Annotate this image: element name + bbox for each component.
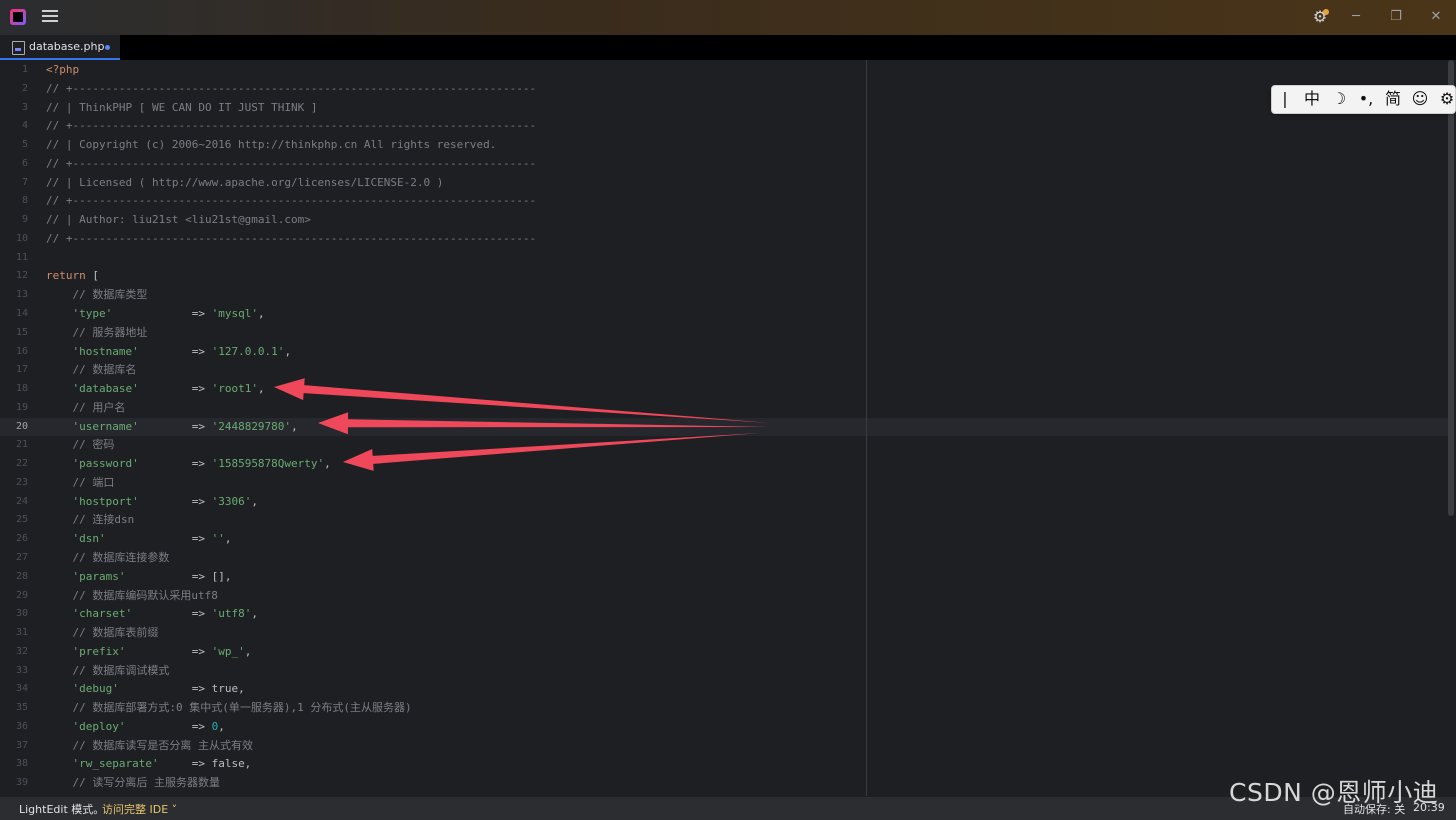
arrow-to-database-value xyxy=(274,378,770,423)
watermark: CSDN @恩师小迪 xyxy=(1229,778,1439,807)
open-full-ide-link[interactable]: 访问完整 IDE ˅ xyxy=(102,801,177,817)
ime-toolbar: | 中 ☽ •, 简 ☺ ⚙ xyxy=(1271,85,1456,114)
arrow-to-password-value xyxy=(343,433,760,471)
ime-emoji-icon[interactable]: ☺ xyxy=(1409,88,1431,110)
ime-simplified-icon[interactable]: 简 xyxy=(1382,88,1404,110)
ime-cursor-icon[interactable]: | xyxy=(1274,88,1296,110)
status-mode: LightEdit 模式。 xyxy=(19,803,105,816)
ime-chinese-mode-icon[interactable]: 中 xyxy=(1301,88,1323,110)
annotation-arrows xyxy=(274,378,770,471)
ime-punctuation-icon[interactable]: •, xyxy=(1355,88,1377,110)
ime-settings-icon[interactable]: ⚙ xyxy=(1436,88,1456,110)
arrow-to-username-value xyxy=(318,412,770,435)
ime-moon-icon[interactable]: ☽ xyxy=(1328,88,1350,110)
